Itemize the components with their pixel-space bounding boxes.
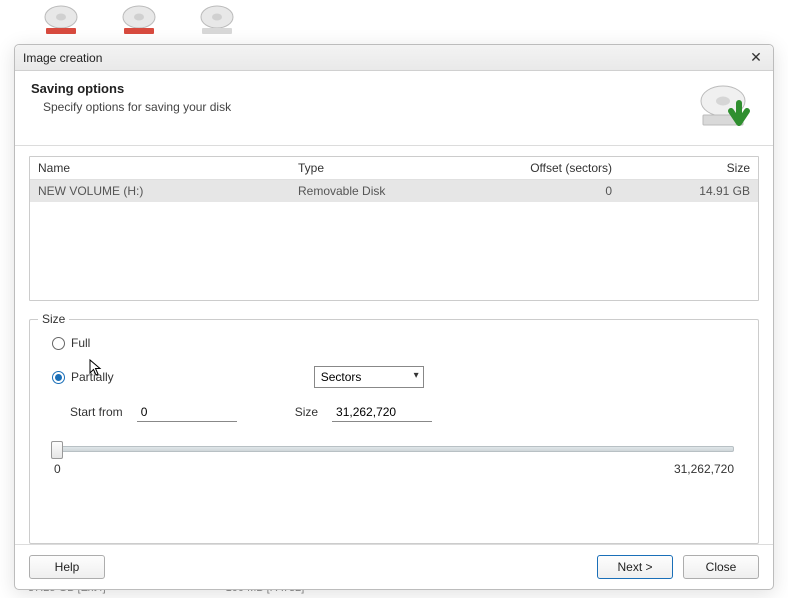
disk-table: Name Type Offset (sectors) Size NEW VOLU… bbox=[29, 156, 759, 301]
next-button[interactable]: Next > bbox=[597, 555, 673, 579]
cell-name: NEW VOLUME (H:) bbox=[30, 180, 290, 202]
column-header-name[interactable]: Name bbox=[30, 157, 290, 179]
slider-max-label: 31,262,720 bbox=[674, 462, 734, 476]
cell-size: 14.91 GB bbox=[620, 180, 758, 202]
background-disk-icons bbox=[40, 2, 238, 36]
slider-track bbox=[54, 446, 734, 452]
size-group: Size Full Partially Sectors ▾ Start from bbox=[29, 319, 759, 544]
radio-icon bbox=[52, 337, 65, 350]
group-label: Size bbox=[38, 312, 69, 326]
disk-icon bbox=[40, 2, 82, 36]
dialog-titlebar: Image creation ✕ bbox=[15, 45, 773, 71]
table-header-row: Name Type Offset (sectors) Size bbox=[30, 157, 758, 180]
radio-partially-label: Partially bbox=[71, 370, 114, 384]
disk-icon bbox=[196, 2, 238, 36]
radio-full[interactable]: Full bbox=[52, 336, 736, 350]
radio-full-label: Full bbox=[71, 336, 90, 350]
disk-save-icon bbox=[697, 81, 757, 131]
size-label: Size bbox=[295, 405, 318, 419]
column-header-size[interactable]: Size bbox=[620, 157, 758, 179]
radio-partially[interactable]: Partially bbox=[52, 370, 114, 384]
start-from-input[interactable] bbox=[137, 402, 237, 422]
header-heading: Saving options bbox=[31, 81, 697, 96]
help-button[interactable]: Help bbox=[29, 555, 105, 579]
unit-select[interactable]: Sectors ▾ bbox=[314, 366, 424, 388]
disk-icon bbox=[118, 2, 160, 36]
image-creation-dialog: Image creation ✕ Saving options Specify … bbox=[14, 44, 774, 590]
column-header-type[interactable]: Type bbox=[290, 157, 460, 179]
close-button[interactable]: Close bbox=[683, 555, 759, 579]
header-subheading: Specify options for saving your disk bbox=[43, 100, 697, 114]
table-row[interactable]: NEW VOLUME (H:) Removable Disk 0 14.91 G… bbox=[30, 180, 758, 202]
cell-type: Removable Disk bbox=[290, 180, 460, 202]
close-icon[interactable]: ✕ bbox=[747, 49, 765, 67]
slider-thumb[interactable] bbox=[51, 441, 63, 459]
slider-min-label: 0 bbox=[54, 462, 61, 476]
cell-offset: 0 bbox=[460, 180, 620, 202]
start-from-label: Start from bbox=[70, 405, 123, 419]
range-slider[interactable]: 0 31,262,720 bbox=[54, 446, 734, 476]
dialog-footer: Help Next > Close bbox=[15, 544, 773, 589]
column-header-offset[interactable]: Offset (sectors) bbox=[460, 157, 620, 179]
dialog-title: Image creation bbox=[23, 51, 102, 65]
dialog-header: Saving options Specify options for savin… bbox=[15, 71, 773, 146]
unit-select-value: Sectors bbox=[314, 366, 424, 388]
radio-icon bbox=[52, 371, 65, 384]
size-input[interactable] bbox=[332, 402, 432, 422]
